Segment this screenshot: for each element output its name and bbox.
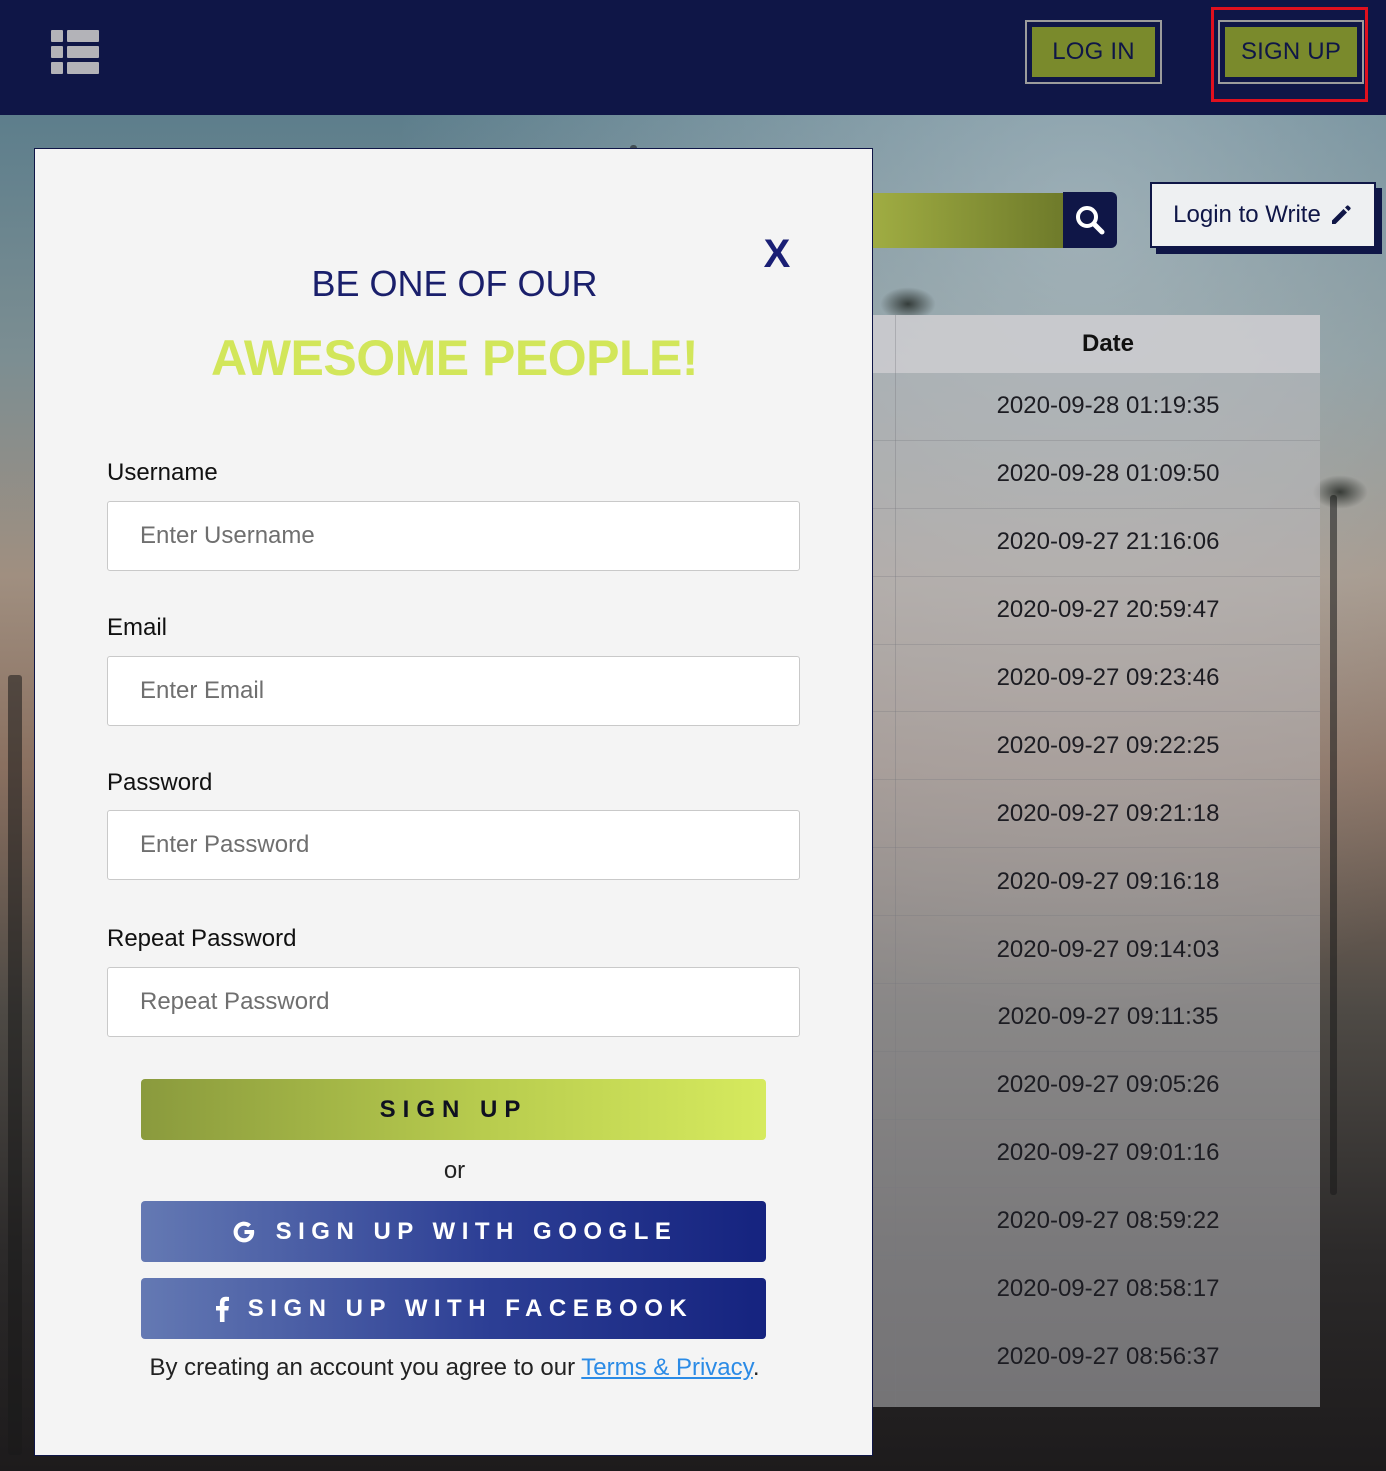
table-row[interactable]: 2020-09-27 09:23:46 xyxy=(860,645,1320,713)
table-row[interactable]: 2020-09-27 09:14:03 xyxy=(860,916,1320,985)
date-cell: 2020-09-27 20:59:47 xyxy=(996,596,1220,624)
signup-button-frame: SIGN UP xyxy=(1218,20,1364,84)
table-row[interactable]: 2020-09-27 08:56:37 xyxy=(860,1323,1320,1392)
terms-notice: By creating an account you agree to our … xyxy=(35,1354,874,1382)
terms-privacy-link[interactable]: Terms & Privacy xyxy=(581,1354,753,1381)
modal-title-line1: BE ONE OF OUR xyxy=(311,263,598,304)
pencil-icon xyxy=(1331,205,1351,224)
date-cell: 2020-09-27 21:16:06 xyxy=(996,528,1220,556)
table-row[interactable]: 2020-09-27 08:58:17 xyxy=(860,1256,1320,1324)
table-row[interactable]: 2020-09-27 09:11:35 xyxy=(860,984,1320,1052)
table-row[interactable]: 2020-09-28 01:09:50 xyxy=(860,441,1320,509)
terms-notice-text: By creating an account you agree to our xyxy=(149,1354,582,1381)
table-row[interactable]: 2020-09-27 09:22:25 xyxy=(860,712,1320,781)
login-to-write-label: Login to Write xyxy=(1173,201,1321,228)
facebook-signup-label: SIGN UP WITH FACEBOOK xyxy=(247,1294,694,1322)
date-cell: 2020-09-28 01:19:35 xyxy=(996,392,1220,420)
table-row[interactable]: 2020-09-27 09:05:26 xyxy=(860,1052,1320,1120)
date-cell: 2020-09-27 09:14:03 xyxy=(996,935,1220,963)
table-header: Date xyxy=(860,315,1320,373)
search-input[interactable] xyxy=(860,193,1065,248)
table-body: 2020-09-28 01:19:35 2020-09-28 01:09:50 … xyxy=(860,373,1320,1392)
date-cell: 2020-09-27 08:56:37 xyxy=(996,1342,1220,1370)
date-cell: 2020-09-27 09:05:26 xyxy=(996,1071,1220,1099)
google-signup-label: SIGN UP WITH GOOGLE xyxy=(275,1217,678,1245)
signup-submit-label: SIGN UP xyxy=(379,1095,528,1123)
posts-table: Date 2020-09-28 01:19:35 2020-09-28 01:0… xyxy=(860,315,1320,1407)
list-icon[interactable] xyxy=(51,30,99,74)
facebook-signup-button[interactable]: SIGN UP WITH FACEBOOK xyxy=(141,1278,766,1339)
palm-tree xyxy=(8,675,22,1455)
top-navbar: LOG IN SIGN UP xyxy=(0,0,1386,115)
signup-button[interactable]: SIGN UP xyxy=(1225,27,1357,77)
table-row[interactable]: 2020-09-27 09:21:18 xyxy=(860,780,1320,849)
table-row[interactable]: 2020-09-27 21:16:06 xyxy=(860,509,1320,577)
email-label: Email xyxy=(107,614,168,641)
table-row[interactable]: 2020-09-27 09:16:18 xyxy=(860,848,1320,917)
password-label: Password xyxy=(107,769,213,796)
username-field[interactable] xyxy=(107,501,800,571)
date-column-header: Date xyxy=(1081,330,1135,357)
palm-tree xyxy=(1330,495,1337,1195)
signup-modal: X BE ONE OF OUR AWESOME PEOPLE! Username… xyxy=(34,148,873,1456)
table-row[interactable]: 2020-09-27 20:59:47 xyxy=(860,577,1320,645)
table-row[interactable]: 2020-09-27 08:59:22 xyxy=(860,1188,1320,1256)
repeat-password-field[interactable] xyxy=(107,967,800,1037)
date-cell: 2020-09-27 09:22:25 xyxy=(996,731,1220,759)
password-field[interactable] xyxy=(107,810,800,880)
login-button[interactable]: LOG IN xyxy=(1032,27,1155,77)
email-field[interactable] xyxy=(107,656,800,726)
table-row[interactable]: 2020-09-27 09:01:16 xyxy=(860,1120,1320,1188)
google-icon xyxy=(230,1218,258,1246)
date-cell: 2020-09-27 08:58:17 xyxy=(996,1275,1220,1303)
modal-title-line2: AWESOME PEOPLE! xyxy=(210,330,699,386)
date-cell: 2020-09-27 09:01:16 xyxy=(996,1139,1220,1167)
date-cell: 2020-09-27 09:21:18 xyxy=(996,799,1220,827)
date-cell: 2020-09-28 01:09:50 xyxy=(996,460,1220,488)
signup-submit-button[interactable]: SIGN UP xyxy=(141,1079,766,1140)
date-cell: 2020-09-27 09:16:18 xyxy=(996,867,1220,895)
date-cell: 2020-09-27 08:59:22 xyxy=(996,1207,1220,1235)
date-cell: 2020-09-27 09:23:46 xyxy=(996,664,1220,691)
or-divider: or xyxy=(443,1157,466,1184)
login-button-frame: LOG IN xyxy=(1025,20,1162,84)
facebook-icon xyxy=(214,1295,230,1323)
login-to-write-button[interactable]: Login to Write xyxy=(1150,182,1376,248)
terms-notice-end: . xyxy=(752,1354,760,1381)
search-button[interactable] xyxy=(1063,192,1117,248)
search-icon xyxy=(1076,206,1105,235)
repeat-password-label: Repeat Password xyxy=(107,925,297,952)
date-cell: 2020-09-27 09:11:35 xyxy=(997,1003,1219,1031)
google-signup-button[interactable]: SIGN UP WITH GOOGLE xyxy=(141,1201,766,1262)
table-row[interactable]: 2020-09-28 01:19:35 xyxy=(860,373,1320,441)
palm-tree xyxy=(1312,475,1368,509)
username-label: Username xyxy=(107,459,218,486)
